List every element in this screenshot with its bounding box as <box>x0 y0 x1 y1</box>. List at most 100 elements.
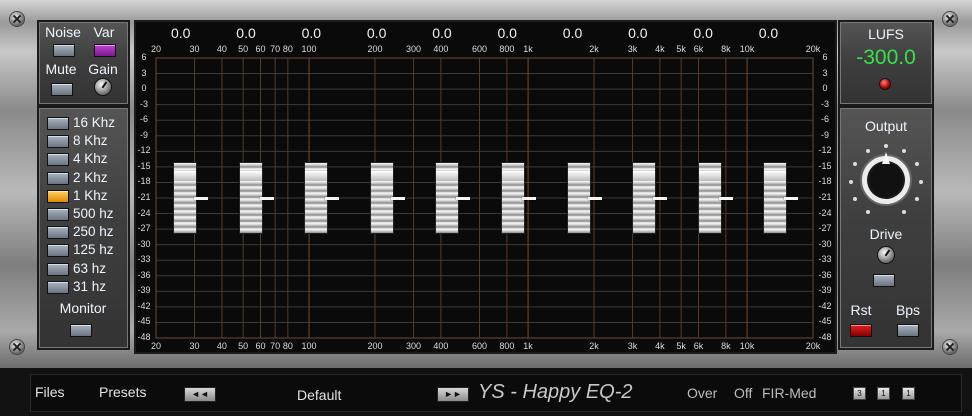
fader-position-marker <box>653 197 668 200</box>
freq-select-button[interactable] <box>47 171 69 185</box>
db-tick-label-left: -9 <box>139 129 148 140</box>
gain-knob[interactable] <box>95 79 111 95</box>
freq-tick-label-top: 70 <box>270 44 281 54</box>
fader-position-marker <box>325 197 340 200</box>
fader-position-marker <box>259 197 274 200</box>
freq-tick-label-top: 600 <box>471 44 487 54</box>
db-tick-label-right: -9 <box>820 129 829 140</box>
db-tick-label-right: -33 <box>818 254 832 265</box>
fader-position-marker <box>587 197 602 200</box>
freq-tick-label-top: 1k <box>523 44 533 54</box>
freq-tick-label-bottom: 80 <box>282 341 293 351</box>
fader-position-marker <box>390 197 405 200</box>
mode-button-2[interactable]: 1 <box>877 387 890 400</box>
output-label: Output <box>864 118 908 134</box>
mode-button-3[interactable]: 1 <box>902 387 915 400</box>
screw-icon <box>943 12 957 26</box>
freq-tick-label-top: 4k <box>655 44 665 54</box>
fader-position-marker <box>718 197 733 200</box>
db-tick-label-left: -12 <box>137 145 151 156</box>
bps-button[interactable] <box>897 324 919 337</box>
presets-button[interactable]: Presets <box>99 384 146 400</box>
monitor-label: Monitor <box>59 300 107 316</box>
freq-select-button[interactable] <box>47 244 69 258</box>
db-tick-label-left: -6 <box>139 114 148 125</box>
freq-select-button[interactable] <box>47 262 69 276</box>
fader-position-marker <box>194 197 208 200</box>
mode-button-1[interactable]: 3 <box>853 387 866 400</box>
freq-tick-label-top: 40 <box>216 44 227 54</box>
db-tick-label-left: 3 <box>141 67 147 78</box>
db-tick-label-right: -39 <box>818 285 832 296</box>
db-tick-label-right: -36 <box>818 269 832 280</box>
fir-label[interactable]: FIR-Med <box>762 385 816 401</box>
freq-tick-label-bottom: 8k <box>721 341 731 351</box>
monitor-button[interactable] <box>70 324 92 337</box>
freq-tick-label-top: 3k <box>627 44 638 54</box>
right-bottom-panel: Output Drive Rst Bps <box>838 106 934 350</box>
screw-icon <box>10 340 24 354</box>
db-tick-label-left: -30 <box>137 238 151 249</box>
freq-select-label: 2 Khz <box>73 169 108 185</box>
clip-led-icon <box>880 79 890 89</box>
freq-select-button[interactable] <box>47 117 69 130</box>
db-tick-label-left: -24 <box>137 207 151 218</box>
db-tick-label-right: -42 <box>818 300 832 311</box>
prev-preset-button[interactable]: ◄◄ <box>184 387 216 402</box>
freq-tick-label-bottom: 20 <box>150 341 162 351</box>
freq-select-button[interactable] <box>47 208 69 221</box>
db-tick-label-right: -18 <box>818 176 832 187</box>
db-tick-label-right: -6 <box>820 114 829 125</box>
freq-select-label: 8 Khz <box>73 133 108 149</box>
next-preset-button[interactable]: ►► <box>437 387 469 402</box>
lufs-value: -300.0 <box>856 46 916 69</box>
freq-tick-label-bottom: 5k <box>676 341 686 351</box>
freq-tick-label-bottom: 100 <box>301 341 317 351</box>
db-tick-label-right: -30 <box>818 238 832 249</box>
freq-select-button[interactable] <box>47 153 69 167</box>
noise-label: Noise <box>45 24 81 40</box>
gain-label: Gain <box>88 61 118 77</box>
freq-tick-label-bottom: 50 <box>238 341 249 351</box>
files-button[interactable]: Files <box>35 384 65 400</box>
off-label[interactable]: Off <box>734 385 752 401</box>
db-tick-label-right: -48 <box>818 332 832 342</box>
mute-button[interactable] <box>51 83 73 96</box>
drive-knob[interactable] <box>878 247 894 263</box>
drive-button[interactable] <box>873 274 895 287</box>
freq-tick-label-top: 5k <box>676 44 686 54</box>
mute-label: Mute <box>45 61 77 77</box>
db-tick-label-left: -48 <box>137 332 151 342</box>
right-top-panel: LUFS -300.0 <box>838 20 934 106</box>
freq-tick-label-bottom: 4k <box>655 341 665 351</box>
var-button[interactable] <box>94 44 116 57</box>
db-tick-label-right: 0 <box>822 83 828 94</box>
freq-tick-label-bottom: 20k <box>805 341 821 351</box>
freq-tick-label-top: 30 <box>189 44 200 54</box>
freq-select-label: 31 hz <box>73 278 107 294</box>
output-knob[interactable] <box>846 140 926 220</box>
db-tick-label-right: 6 <box>822 52 828 62</box>
db-tick-label-left: -18 <box>137 176 151 187</box>
freq-select-button[interactable] <box>47 280 69 294</box>
preset-name[interactable]: Default <box>297 387 341 403</box>
rst-button[interactable] <box>850 324 872 337</box>
freq-select-label: 250 hz <box>73 224 114 240</box>
freq-tick-label-bottom: 800 <box>499 341 515 351</box>
freq-tick-label-bottom: 6k <box>693 341 704 351</box>
freq-select-button[interactable] <box>47 226 69 240</box>
bps-label: Bps <box>895 302 921 318</box>
freq-tick-label-top: 10k <box>739 44 755 54</box>
freq-select-button[interactable] <box>47 189 69 203</box>
freq-select-label: 4 Khz <box>73 151 108 167</box>
db-tick-label-right: -3 <box>820 98 829 109</box>
freq-tick-label-bottom: 70 <box>270 341 281 351</box>
freq-tick-label-bottom: 2k <box>589 341 599 351</box>
freq-tick-label-bottom: 300 <box>406 341 422 351</box>
over-label[interactable]: Over <box>687 385 717 401</box>
freq-tick-label-top: 60 <box>255 44 266 54</box>
freq-select-button[interactable] <box>47 135 69 149</box>
db-tick-label-left: -3 <box>139 98 148 109</box>
noise-button[interactable] <box>53 44 75 57</box>
rst-label: Rst <box>850 302 872 318</box>
